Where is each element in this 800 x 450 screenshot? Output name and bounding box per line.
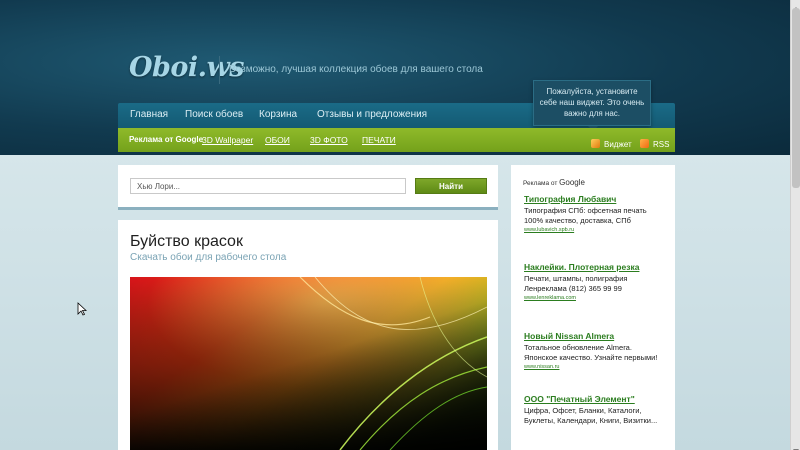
ad-title-link[interactable]: Наклейки. Плотерная резка xyxy=(524,262,664,273)
wallpaper-subtitle[interactable]: Скачать обои для рабочего стола xyxy=(130,252,286,263)
widget-tooltip: Пожалуйста, установите себе наш виджет. … xyxy=(533,80,651,126)
scroll-down-arrow-icon[interactable] xyxy=(791,442,800,450)
sub-nav: Реклама от Google 3D Wallpaper ОБОИ 3D Ф… xyxy=(118,128,675,152)
nav-item-reviews[interactable]: Отзывы и предложения xyxy=(317,109,427,120)
search-button[interactable]: Найти xyxy=(415,178,487,194)
google-ads-label[interactable]: Реклама от Google xyxy=(129,135,203,144)
subnav-link-3d-photo[interactable]: 3D ФОТО xyxy=(310,135,348,145)
search-input[interactable] xyxy=(130,178,406,194)
subnav-link-3d-wallpaper[interactable]: 3D Wallpaper xyxy=(202,135,253,145)
page-scrollbar[interactable] xyxy=(790,0,800,450)
ad-body: Печати, штампы, полиграфия Ленреклама (8… xyxy=(524,274,628,293)
wallpaper-title: Буйство красок xyxy=(130,233,243,250)
search-panel: Найти xyxy=(118,165,498,210)
ads-by-google-label[interactable]: Реклама от Google xyxy=(523,178,585,187)
logo-divider xyxy=(219,56,220,84)
nav-item-search-wallpapers[interactable]: Поиск обоев xyxy=(185,109,243,120)
scroll-up-arrow-icon[interactable] xyxy=(791,0,800,11)
ad-block: Новый Nissan Almera Тотальное обновление… xyxy=(524,331,664,370)
nav-item-cart[interactable]: Корзина xyxy=(259,109,297,120)
ad-title-link[interactable]: Новый Nissan Almera xyxy=(524,331,664,342)
subnav-link-oboi[interactable]: ОБОИ xyxy=(265,135,290,145)
widget-label: Виджет xyxy=(604,140,632,149)
ad-body: Типография СПб: офсетная печать 100% кач… xyxy=(524,206,647,225)
rss-link[interactable]: RSS xyxy=(640,134,670,149)
google-wordmark: Google xyxy=(559,178,585,187)
subnav-link-pechati[interactable]: ПЕЧАТИ xyxy=(362,135,396,145)
wallpaper-preview-image[interactable] xyxy=(130,277,487,450)
wallpaper-artwork xyxy=(130,277,487,450)
nav-item-home[interactable]: Главная xyxy=(130,109,168,120)
rss-icon xyxy=(640,139,649,148)
ad-block: Наклейки. Плотерная резка Печати, штампы… xyxy=(524,262,664,301)
wallpaper-card: Буйство красок Скачать обои для рабочего… xyxy=(118,220,498,450)
scrollbar-thumb[interactable] xyxy=(792,8,800,188)
ad-body: Цифра, Офсет, Бланки, Каталоги, Буклеты,… xyxy=(524,406,658,425)
mouse-pointer-icon xyxy=(77,302,88,321)
site-tagline: Возможно, лучшая коллекция обоев для ваш… xyxy=(229,64,483,75)
ads-prefix: Реклама от xyxy=(523,180,558,187)
ad-title-link[interactable]: ООО "Печатный Элемент" xyxy=(524,394,664,405)
ad-block: Типография Любавич Типография СПб: офсет… xyxy=(524,194,664,233)
rss-label: RSS xyxy=(653,140,670,149)
ad-block: ООО "Печатный Элемент" Цифра, Офсет, Бла… xyxy=(524,394,664,426)
site-logo[interactable]: Oboi.ws xyxy=(129,52,245,83)
ad-body: Тотальное обновление Almera. Японское ка… xyxy=(524,343,658,362)
ad-url-link[interactable]: www.lenreklama.com xyxy=(524,295,664,301)
ad-url-link[interactable]: www.nissan.ru xyxy=(524,364,664,370)
ad-title-link[interactable]: Типография Любавич xyxy=(524,194,664,205)
widget-link[interactable]: Виджет xyxy=(591,134,632,149)
ads-sidebar: Реклама от Google Типография Любавич Тип… xyxy=(511,165,675,450)
widget-icon xyxy=(591,139,600,148)
ad-url-link[interactable]: www.lubavich.spb.ru xyxy=(524,227,664,233)
